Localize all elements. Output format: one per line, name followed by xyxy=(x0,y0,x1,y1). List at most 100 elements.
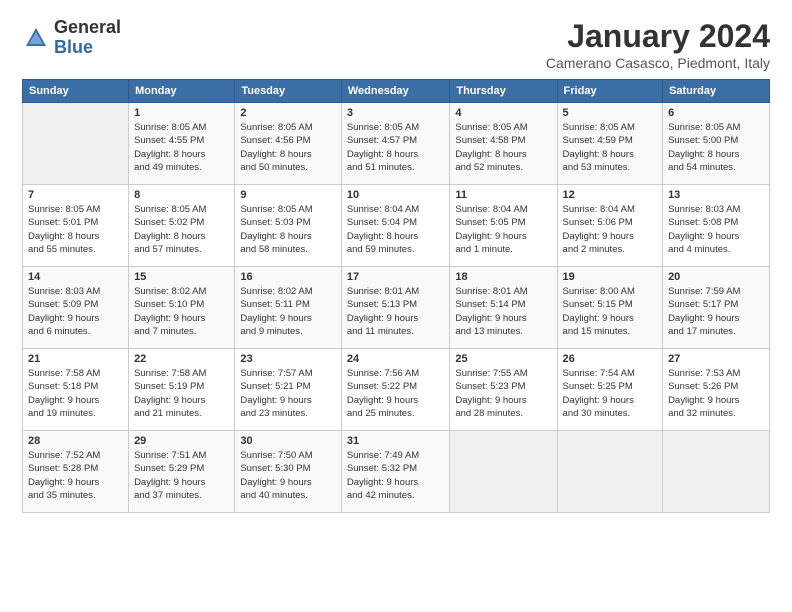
day-info: Sunrise: 7:54 AMSunset: 5:25 PMDaylight:… xyxy=(563,367,658,420)
calendar-cell xyxy=(663,431,770,513)
day-number: 7 xyxy=(28,189,123,201)
calendar-cell xyxy=(450,431,557,513)
calendar-cell: 18 Sunrise: 8:01 AMSunset: 5:14 PMDayligh… xyxy=(450,267,557,349)
day-info: Sunrise: 8:05 AMSunset: 4:55 PMDaylight:… xyxy=(134,121,229,174)
day-info: Sunrise: 7:59 AMSunset: 5:17 PMDaylight:… xyxy=(668,285,764,338)
day-number: 14 xyxy=(28,271,123,283)
day-number: 30 xyxy=(240,435,336,447)
day-number: 19 xyxy=(563,271,658,283)
header-cell-friday: Friday xyxy=(557,80,663,103)
calendar-cell: 26Sunrise: 7:54 AMSunset: 5:25 PMDayligh… xyxy=(557,349,663,431)
calendar-cell: 10Sunrise: 8:04 AMSunset: 5:04 PMDayligh… xyxy=(341,185,450,267)
day-number: 12 xyxy=(563,189,658,201)
logo-general: General xyxy=(54,18,121,38)
calendar-cell: 5 Sunrise: 8:05 AMSunset: 4:59 PMDaylight… xyxy=(557,103,663,185)
day-number: 17 xyxy=(347,271,445,283)
day-info: Sunrise: 8:05 AMSunset: 5:01 PMDaylight:… xyxy=(28,203,123,256)
day-number: 11 xyxy=(455,189,551,201)
calendar-cell: 8Sunrise: 8:05 AMSunset: 5:02 PMDaylight… xyxy=(129,185,235,267)
day-number: 22 xyxy=(134,353,229,365)
day-info: Sunrise: 8:05 AMSunset: 5:02 PMDaylight:… xyxy=(134,203,229,256)
calendar-cell: 12 Sunrise: 8:04 AMSunset: 5:06 PMDayligh… xyxy=(557,185,663,267)
calendar-cell: 25Sunrise: 7:55 AMSunset: 5:23 PMDayligh… xyxy=(450,349,557,431)
day-number: 9 xyxy=(240,189,336,201)
logo: General Blue xyxy=(22,18,121,58)
calendar-cell: 16Sunrise: 8:02 AMSunset: 5:11 PMDayligh… xyxy=(235,267,342,349)
day-info: Sunrise: 8:04 AMSunset: 5:05 PMDaylight:… xyxy=(455,203,551,256)
day-info: Sunrise: 8:05 AMSunset: 4:59 PMDaylight:… xyxy=(563,121,658,174)
calendar-cell: 22Sunrise: 7:58 AMSunset: 5:19 PMDayligh… xyxy=(129,349,235,431)
calendar-cell: 23Sunrise: 7:57 AMSunset: 5:21 PMDayligh… xyxy=(235,349,342,431)
day-info: Sunrise: 8:00 AMSunset: 5:15 PMDaylight:… xyxy=(563,285,658,338)
day-info: Sunrise: 7:52 AMSunset: 5:28 PMDaylight:… xyxy=(28,449,123,502)
calendar-cell: 3 Sunrise: 8:05 AMSunset: 4:57 PMDaylight… xyxy=(341,103,450,185)
calendar-cell: 19 Sunrise: 8:00 AMSunset: 5:15 PMDayligh… xyxy=(557,267,663,349)
day-number: 10 xyxy=(347,189,445,201)
calendar-week-3: 21 Sunrise: 7:58 AMSunset: 5:18 PMDayligh… xyxy=(23,349,770,431)
day-number: 21 xyxy=(28,353,123,365)
day-info: Sunrise: 7:53 AMSunset: 5:26 PMDaylight:… xyxy=(668,367,764,420)
calendar-cell: 6Sunrise: 8:05 AMSunset: 5:00 PMDaylight… xyxy=(663,103,770,185)
day-info: Sunrise: 7:51 AMSunset: 5:29 PMDaylight:… xyxy=(134,449,229,502)
header-cell-sunday: Sunday xyxy=(23,80,129,103)
calendar-cell: 13 Sunrise: 8:03 AMSunset: 5:08 PMDayligh… xyxy=(663,185,770,267)
calendar-cell: 31 Sunrise: 7:49 AMSunset: 5:32 PMDayligh… xyxy=(341,431,450,513)
day-info: Sunrise: 7:55 AMSunset: 5:23 PMDaylight:… xyxy=(455,367,551,420)
calendar-cell: 1 Sunrise: 8:05 AMSunset: 4:55 PMDaylight… xyxy=(129,103,235,185)
calendar-cell: 24Sunrise: 7:56 AMSunset: 5:22 PMDayligh… xyxy=(341,349,450,431)
day-info: Sunrise: 8:04 AMSunset: 5:06 PMDaylight:… xyxy=(563,203,658,256)
calendar-body: 1 Sunrise: 8:05 AMSunset: 4:55 PMDaylight… xyxy=(23,103,770,513)
header-cell-tuesday: Tuesday xyxy=(235,80,342,103)
day-info: Sunrise: 8:05 AMSunset: 4:57 PMDaylight:… xyxy=(347,121,445,174)
header: General Blue January 2024 Camerano Casas… xyxy=(22,18,770,71)
day-info: Sunrise: 7:49 AMSunset: 5:32 PMDaylight:… xyxy=(347,449,445,502)
header-row: SundayMondayTuesdayWednesdayThursdayFrid… xyxy=(23,80,770,103)
day-info: Sunrise: 8:01 AMSunset: 5:14 PMDaylight:… xyxy=(455,285,551,338)
day-number: 16 xyxy=(240,271,336,283)
header-cell-monday: Monday xyxy=(129,80,235,103)
day-number: 13 xyxy=(668,189,764,201)
day-info: Sunrise: 8:05 AMSunset: 5:00 PMDaylight:… xyxy=(668,121,764,174)
title-block: January 2024 Camerano Casasco, Piedmont,… xyxy=(546,18,770,71)
calendar-cell: 29 Sunrise: 7:51 AMSunset: 5:29 PMDayligh… xyxy=(129,431,235,513)
day-number: 28 xyxy=(28,435,123,447)
location-subtitle: Camerano Casasco, Piedmont, Italy xyxy=(546,55,770,71)
day-info: Sunrise: 8:05 AMSunset: 5:03 PMDaylight:… xyxy=(240,203,336,256)
day-number: 23 xyxy=(240,353,336,365)
day-number: 3 xyxy=(347,107,445,119)
calendar-cell: 14 Sunrise: 8:03 AMSunset: 5:09 PMDayligh… xyxy=(23,267,129,349)
day-info: Sunrise: 7:50 AMSunset: 5:30 PMDaylight:… xyxy=(240,449,336,502)
calendar-header: SundayMondayTuesdayWednesdayThursdayFrid… xyxy=(23,80,770,103)
calendar-cell: 4 Sunrise: 8:05 AMSunset: 4:58 PMDaylight… xyxy=(450,103,557,185)
logo-text: General Blue xyxy=(54,18,121,58)
header-cell-saturday: Saturday xyxy=(663,80,770,103)
calendar-cell xyxy=(23,103,129,185)
day-info: Sunrise: 8:02 AMSunset: 5:10 PMDaylight:… xyxy=(134,285,229,338)
calendar-cell: 20 Sunrise: 7:59 AMSunset: 5:17 PMDayligh… xyxy=(663,267,770,349)
day-number: 29 xyxy=(134,435,229,447)
day-number: 18 xyxy=(455,271,551,283)
calendar-week-2: 14 Sunrise: 8:03 AMSunset: 5:09 PMDayligh… xyxy=(23,267,770,349)
calendar-week-0: 1 Sunrise: 8:05 AMSunset: 4:55 PMDaylight… xyxy=(23,103,770,185)
day-number: 31 xyxy=(347,435,445,447)
calendar-cell: 30 Sunrise: 7:50 AMSunset: 5:30 PMDayligh… xyxy=(235,431,342,513)
day-info: Sunrise: 7:58 AMSunset: 5:18 PMDaylight:… xyxy=(28,367,123,420)
header-cell-wednesday: Wednesday xyxy=(341,80,450,103)
day-info: Sunrise: 8:05 AMSunset: 4:56 PMDaylight:… xyxy=(240,121,336,174)
day-number: 4 xyxy=(455,107,551,119)
day-number: 20 xyxy=(668,271,764,283)
day-number: 5 xyxy=(563,107,658,119)
calendar-cell: 27 Sunrise: 7:53 AMSunset: 5:26 PMDayligh… xyxy=(663,349,770,431)
header-cell-thursday: Thursday xyxy=(450,80,557,103)
day-number: 1 xyxy=(134,107,229,119)
calendar-cell: 21 Sunrise: 7:58 AMSunset: 5:18 PMDayligh… xyxy=(23,349,129,431)
calendar-cell: 15Sunrise: 8:02 AMSunset: 5:10 PMDayligh… xyxy=(129,267,235,349)
day-number: 27 xyxy=(668,353,764,365)
day-info: Sunrise: 8:03 AMSunset: 5:09 PMDaylight:… xyxy=(28,285,123,338)
day-info: Sunrise: 8:03 AMSunset: 5:08 PMDaylight:… xyxy=(668,203,764,256)
calendar-table: SundayMondayTuesdayWednesdayThursdayFrid… xyxy=(22,79,770,513)
logo-blue: Blue xyxy=(54,38,121,58)
page: General Blue January 2024 Camerano Casas… xyxy=(0,0,792,612)
day-number: 24 xyxy=(347,353,445,365)
day-info: Sunrise: 8:05 AMSunset: 4:58 PMDaylight:… xyxy=(455,121,551,174)
